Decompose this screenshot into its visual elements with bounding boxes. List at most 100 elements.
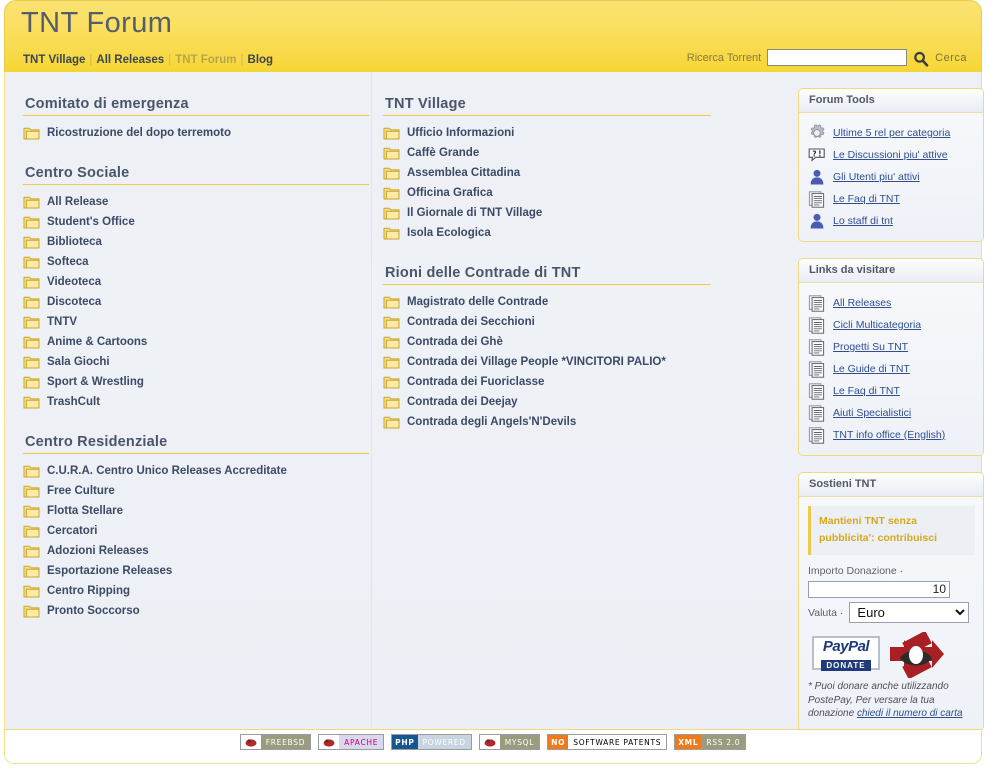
forum-tool-row[interactable]: Lo staff di tnt: [808, 210, 975, 232]
forum-link[interactable]: Student's Office: [47, 216, 135, 228]
visit-link-link[interactable]: All Releases: [833, 297, 891, 309]
forum-link[interactable]: Assemblea Cittadina: [407, 167, 520, 179]
footer-badge[interactable]: XML RSS 2.0: [674, 734, 747, 750]
forum-list-item[interactable]: Il Giornale di TNT Village: [379, 203, 719, 223]
forum-link[interactable]: Anime & Cartoons: [47, 336, 147, 348]
visit-link-row[interactable]: Aiuti Specialistici: [808, 402, 975, 424]
forum-list-item[interactable]: Caffè Grande: [379, 143, 719, 163]
forum-tool-link[interactable]: Le Faq di TNT: [833, 193, 900, 205]
forum-list-item[interactable]: Sport & Wrestling: [19, 372, 369, 392]
footer-badge[interactable]: FREEBSD: [239, 734, 312, 750]
forum-list-item[interactable]: Contrada dei Secchioni: [379, 312, 719, 332]
search-input[interactable]: [767, 49, 908, 66]
forum-link[interactable]: Contrada dei Ghè: [407, 336, 503, 348]
forum-link[interactable]: Ufficio Informazioni: [407, 127, 514, 139]
forum-link[interactable]: Flotta Stellare: [47, 505, 123, 517]
forum-list-item[interactable]: TNTV: [19, 312, 369, 332]
forum-list-item[interactable]: C.U.R.A. Centro Unico Releases Accredita…: [19, 461, 369, 481]
forum-link[interactable]: Contrada dei Village People *VINCITORI P…: [407, 356, 666, 368]
visit-link-link[interactable]: Le Faq di TNT: [833, 385, 900, 397]
forum-list-item[interactable]: Esportazione Releases: [19, 561, 369, 581]
forum-link[interactable]: Isola Ecologica: [407, 227, 491, 239]
forum-list-item[interactable]: Biblioteca: [19, 232, 369, 252]
search-icon[interactable]: [913, 51, 929, 67]
forum-link[interactable]: Officina Grafica: [407, 187, 493, 199]
forum-link[interactable]: Magistrato delle Contrade: [407, 296, 548, 308]
search-button[interactable]: Cerca: [935, 52, 967, 64]
forum-link[interactable]: Contrada dei Deejay: [407, 396, 518, 408]
forum-link[interactable]: All Release: [47, 196, 108, 208]
forum-list-item[interactable]: Videoteca: [19, 272, 369, 292]
forum-link[interactable]: Biblioteca: [47, 236, 102, 248]
forum-link[interactable]: Pronto Soccorso: [47, 605, 140, 617]
forum-tool-link[interactable]: Le Discussioni piu' attive: [833, 149, 948, 161]
forum-link[interactable]: Free Culture: [47, 485, 115, 497]
forum-list-item[interactable]: TrashCult: [19, 392, 369, 412]
forum-link[interactable]: Cercatori: [47, 525, 98, 537]
forum-link[interactable]: TNTV: [47, 316, 77, 328]
footer-badge[interactable]: MYSQL: [478, 734, 541, 750]
forum-link[interactable]: Centro Ripping: [47, 585, 130, 597]
forum-link[interactable]: Il Giornale di TNT Village: [407, 207, 542, 219]
nav-item-tnt-village[interactable]: TNT Village: [23, 54, 85, 66]
forum-link[interactable]: Discoteca: [47, 296, 101, 308]
forum-tool-link[interactable]: Ultime 5 rel per categoria: [833, 127, 950, 139]
visit-link-link[interactable]: TNT info office (English): [833, 429, 945, 441]
visit-link-row[interactable]: Le Faq di TNT: [808, 380, 975, 402]
forum-list-item[interactable]: Contrada dei Village People *VINCITORI P…: [379, 352, 719, 372]
forum-tool-link[interactable]: Lo staff di tnt: [833, 215, 893, 227]
forum-list-item[interactable]: Contrada degli Angels'N'Devils: [379, 412, 719, 432]
forum-list-item[interactable]: Ufficio Informazioni: [379, 123, 719, 143]
forum-link[interactable]: Contrada dei Secchioni: [407, 316, 535, 328]
forum-link[interactable]: Caffè Grande: [407, 147, 479, 159]
forum-list-item[interactable]: Officina Grafica: [379, 183, 719, 203]
visit-link-link[interactable]: Cicli Multicategoria: [833, 319, 921, 331]
currency-select[interactable]: Euro: [849, 602, 970, 623]
forum-list-item[interactable]: Anime & Cartoons: [19, 332, 369, 352]
forum-link[interactable]: Videoteca: [47, 276, 101, 288]
forum-list-item[interactable]: Softeca: [19, 252, 369, 272]
forum-list-item[interactable]: Magistrato delle Contrade: [379, 292, 719, 312]
visit-link-link[interactable]: Progetti Su TNT: [833, 341, 908, 353]
forum-link[interactable]: Contrada dei Fuoriclasse: [407, 376, 544, 388]
forum-tool-row[interactable]: Ultime 5 rel per categoria: [808, 122, 975, 144]
visit-link-link[interactable]: Le Guide di TNT: [833, 363, 910, 375]
forum-link[interactable]: C.U.R.A. Centro Unico Releases Accredita…: [47, 465, 287, 477]
forum-list-item[interactable]: Isola Ecologica: [379, 223, 719, 243]
forum-list-item[interactable]: Cercatori: [19, 521, 369, 541]
visit-link-row[interactable]: All Releases: [808, 292, 975, 314]
forum-list-item[interactable]: Student's Office: [19, 212, 369, 232]
forum-list-item[interactable]: Pronto Soccorso: [19, 601, 369, 621]
forum-tool-row[interactable]: Gli Utenti piu' attivi: [808, 166, 975, 188]
forum-tool-row[interactable]: Le Faq di TNT: [808, 188, 975, 210]
visit-link-row[interactable]: Cicli Multicategoria: [808, 314, 975, 336]
forum-list-item[interactable]: Contrada dei Ghè: [379, 332, 719, 352]
forum-list-item[interactable]: Adozioni Releases: [19, 541, 369, 561]
paypal-donate-button[interactable]: PayPal DONATE: [812, 636, 880, 671]
forum-link[interactable]: Sport & Wrestling: [47, 376, 144, 388]
forum-link[interactable]: Adozioni Releases: [47, 545, 149, 557]
footer-badge[interactable]: NO SOFTWARE PATENTS: [547, 734, 668, 750]
forum-tool-link[interactable]: Gli Utenti piu' attivi: [833, 171, 920, 183]
forum-list-item[interactable]: Contrada dei Fuoriclasse: [379, 372, 719, 392]
forum-list-item[interactable]: Sala Giochi: [19, 352, 369, 372]
footer-badge[interactable]: APACHE: [318, 734, 385, 750]
forum-list-item[interactable]: Assemblea Cittadina: [379, 163, 719, 183]
visit-link-row[interactable]: Progetti Su TNT: [808, 336, 975, 358]
donation-amount-input[interactable]: [808, 580, 950, 598]
forum-list-item[interactable]: Ricostruzione del dopo terremoto: [19, 123, 369, 143]
nav-item-tnt-forum[interactable]: TNT Forum: [175, 54, 236, 66]
card-number-link[interactable]: chiedi il numero di carta: [857, 708, 963, 719]
nav-item-blog[interactable]: Blog: [248, 54, 274, 66]
visit-link-row[interactable]: Le Guide di TNT: [808, 358, 975, 380]
forum-list-item[interactable]: Free Culture: [19, 481, 369, 501]
footer-badge[interactable]: PHP POWERED: [391, 734, 472, 750]
forum-link[interactable]: Ricostruzione del dopo terremoto: [47, 127, 231, 139]
forum-link[interactable]: Sala Giochi: [47, 356, 110, 368]
nav-item-all-releases[interactable]: All Releases: [96, 54, 164, 66]
forum-list-item[interactable]: All Release: [19, 192, 369, 212]
forum-link[interactable]: Softeca: [47, 256, 89, 268]
forum-list-item[interactable]: Contrada dei Deejay: [379, 392, 719, 412]
forum-link[interactable]: Contrada degli Angels'N'Devils: [407, 416, 576, 428]
forum-link[interactable]: Esportazione Releases: [47, 565, 172, 577]
